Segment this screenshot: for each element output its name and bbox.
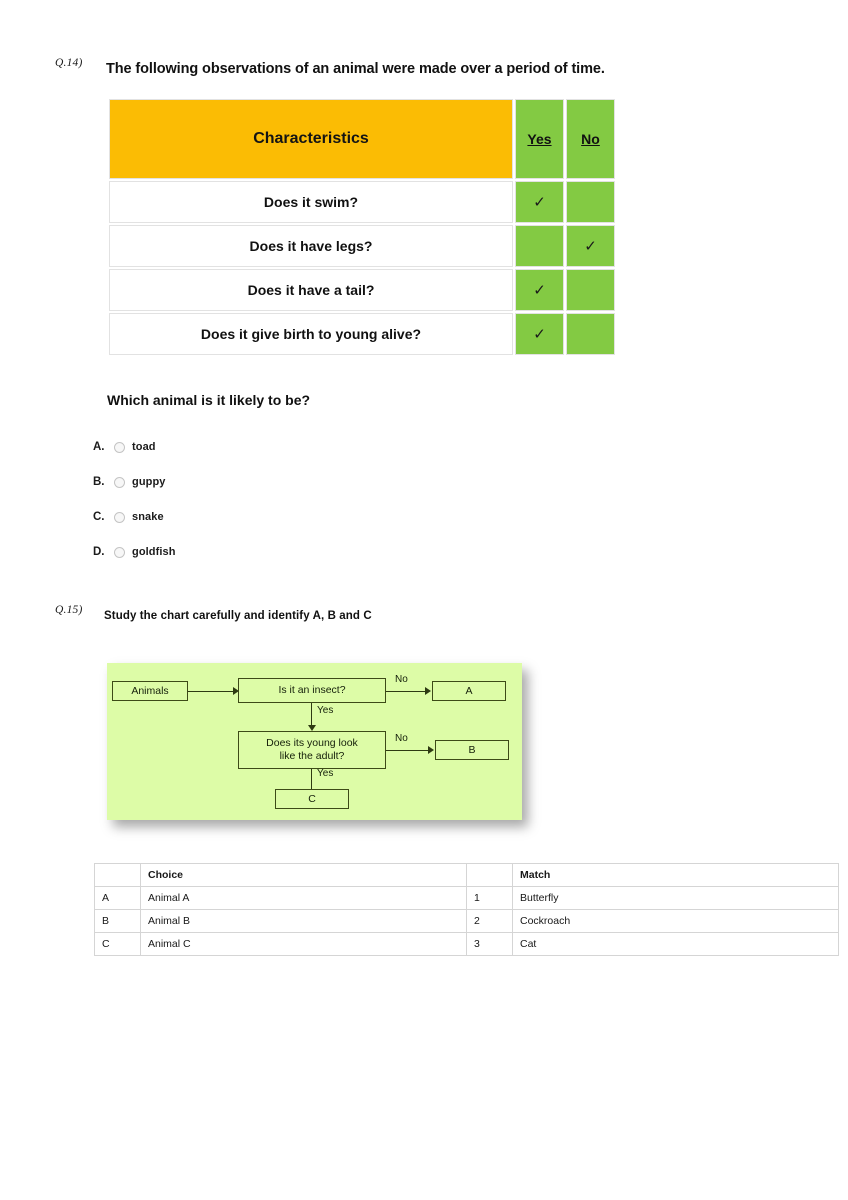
flow-edge-start-to-decision1 xyxy=(188,690,234,692)
option-b-label: guppy xyxy=(132,476,166,488)
characteristics-header: Characteristics xyxy=(109,99,513,179)
arrow-head-icon xyxy=(425,687,431,695)
no-cell: ✓ xyxy=(566,225,615,267)
flow-node-outcome-a: A xyxy=(432,681,506,701)
option-a-letter: A. xyxy=(93,441,105,453)
question-15-number: Q.15) xyxy=(55,604,83,616)
choice-key: A xyxy=(94,886,141,910)
no-cell xyxy=(566,269,615,311)
option-d-label: goldfish xyxy=(132,546,176,558)
yes-header: Yes xyxy=(515,99,564,179)
table-row: C Animal C 3 Cat xyxy=(94,932,839,956)
flow-label-no-2: No xyxy=(395,733,408,744)
table-row: Does it have legs? ✓ xyxy=(109,225,615,267)
flow-node-animals: Animals xyxy=(112,681,188,701)
table-row: Does it swim? ✓ xyxy=(109,181,615,223)
flow-edge-decision1-no xyxy=(386,690,426,692)
option-c-label: snake xyxy=(132,511,164,523)
table-row: Does it give birth to young alive? ✓ xyxy=(109,313,615,355)
flow-label-no-1: No xyxy=(395,674,408,685)
option-b[interactable]: B. guppy xyxy=(93,476,166,488)
yes-cell: ✓ xyxy=(515,313,564,355)
match-header: Match xyxy=(512,863,839,887)
choice-key-header xyxy=(94,863,141,887)
characteristic-cell: Does it swim? xyxy=(109,181,513,223)
characteristic-cell: Does it have legs? xyxy=(109,225,513,267)
radio-button-icon[interactable] xyxy=(114,476,125,488)
match-key: 1 xyxy=(466,886,513,910)
flow-node-decision-young-line2: like the adult? xyxy=(279,750,345,762)
choice-key: C xyxy=(94,932,141,956)
match-key: 2 xyxy=(466,909,513,933)
flow-node-outcome-c: C xyxy=(275,789,349,809)
option-a[interactable]: A. toad xyxy=(93,441,156,453)
option-a-label: toad xyxy=(132,441,156,453)
option-c[interactable]: C. snake xyxy=(93,511,164,523)
flow-label-yes-1: Yes xyxy=(317,705,334,716)
question-15-stem: Study the chart carefully and identify A… xyxy=(104,610,372,622)
choice-match-table: Choice Match A Animal A 1 Butterfly B An… xyxy=(94,863,839,956)
flow-node-outcome-b: B xyxy=(435,740,509,760)
arrow-head-icon xyxy=(428,746,434,754)
choice-value: Animal C xyxy=(140,932,467,956)
table-row: Does it have a tail? ✓ xyxy=(109,269,615,311)
characteristic-cell: Does it have a tail? xyxy=(109,269,513,311)
no-header: No xyxy=(566,99,615,179)
yes-cell: ✓ xyxy=(515,269,564,311)
match-value: Cat xyxy=(512,932,839,956)
yes-cell: ✓ xyxy=(515,181,564,223)
flowchart-diagram: Animals Is it an insect? No A Yes Does i… xyxy=(107,663,522,820)
match-table-header-row: Choice Match xyxy=(94,863,839,887)
question-14-stem: The following observations of an animal … xyxy=(106,61,605,77)
characteristics-table: Characteristics Yes No Does it swim? ✓ D… xyxy=(107,97,617,357)
choice-value: Animal B xyxy=(140,909,467,933)
match-value: Cockroach xyxy=(512,909,839,933)
match-key: 3 xyxy=(466,932,513,956)
choice-value: Animal A xyxy=(140,886,467,910)
radio-button-icon[interactable] xyxy=(114,511,125,523)
choice-key: B xyxy=(94,909,141,933)
option-d-letter: D. xyxy=(93,546,105,558)
question-14-sub-question: Which animal is it likely to be? xyxy=(107,392,311,408)
question-14-number: Q.14) xyxy=(55,57,83,69)
table-row: A Animal A 1 Butterfly xyxy=(94,886,839,910)
flow-label-yes-2: Yes xyxy=(317,768,334,779)
no-cell xyxy=(566,313,615,355)
no-cell xyxy=(566,181,615,223)
match-value: Butterfly xyxy=(512,886,839,910)
no-header-label: No xyxy=(581,131,600,147)
option-d[interactable]: D. goldfish xyxy=(93,546,176,558)
flow-node-decision-young: Does its young look like the adult? xyxy=(238,731,386,769)
flow-node-decision-insect: Is it an insect? xyxy=(238,678,386,703)
flow-edge-decision2-no xyxy=(386,749,429,751)
option-c-letter: C. xyxy=(93,511,105,523)
radio-button-icon[interactable] xyxy=(114,546,125,558)
characteristic-cell: Does it give birth to young alive? xyxy=(109,313,513,355)
yes-header-label: Yes xyxy=(527,131,552,147)
radio-button-icon[interactable] xyxy=(114,441,125,453)
table-row: B Animal B 2 Cockroach xyxy=(94,909,839,933)
choice-header: Choice xyxy=(140,863,467,887)
flow-node-decision-young-line1: Does its young look xyxy=(266,737,358,750)
yes-cell xyxy=(515,225,564,267)
match-key-header xyxy=(466,863,513,887)
option-b-letter: B. xyxy=(93,476,105,488)
table-header-row: Characteristics Yes No xyxy=(109,99,615,179)
